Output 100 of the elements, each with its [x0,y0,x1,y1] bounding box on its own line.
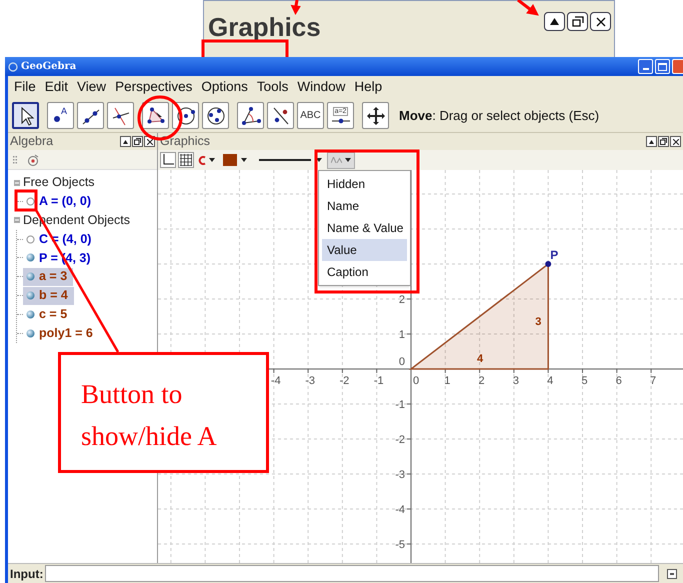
visibility-toggle[interactable] [25,196,35,206]
move-tool-button[interactable] [12,102,39,129]
close-button[interactable] [670,136,681,147]
polygon-tool-button[interactable] [142,102,169,129]
tick-label: -1 [374,375,384,387]
input-label: Input: [10,566,44,582]
restore-button[interactable] [658,136,669,147]
caret-icon [345,158,351,162]
perpendicular-tool-button[interactable] [107,102,134,129]
minimize-button[interactable] [638,59,653,74]
tick-label: 4 [547,375,554,387]
perpendicular-lines-icon [110,106,130,126]
object-definition: poly1 = 6 [39,324,93,342]
window-title: GeoGebra [21,60,76,74]
maximize-button[interactable] [655,59,670,74]
menu-option[interactable]: Caption [322,261,407,283]
move-view-tool-button[interactable] [362,102,389,129]
visibility-toggle[interactable] [25,252,35,263]
tick-label: 0 [398,356,405,368]
restore-button[interactable] [567,12,588,31]
circle3-tool-button[interactable] [202,102,229,129]
menu-option[interactable]: Name & Value [322,217,407,239]
point-marker [545,261,552,267]
close-icon [146,138,152,144]
tick-label: -4 [395,504,405,516]
triangle-icon [649,140,654,144]
angle-icon [240,106,260,126]
caret-icon [209,158,215,162]
group-heading: Free Objects [23,174,95,192]
undock-button[interactable] [646,136,657,147]
restore-icon [660,138,667,145]
panel-title: Graphics [208,14,321,40]
undock-button[interactable] [544,12,565,31]
restore-icon [134,138,141,145]
menu-item[interactable]: Perspectives [115,77,192,98]
auxiliary-objects-button[interactable] [27,154,39,166]
highlight-rectangle [14,190,38,212]
object-row[interactable]: c = 5 [23,305,74,324]
tick-label: 5 [581,375,588,387]
close-button[interactable] [590,12,611,31]
color-button[interactable] [223,152,247,168]
tick-label: -3 [305,375,315,387]
side-label: 4 [477,353,484,365]
object-definition: a = 3 [39,268,68,286]
text-tool-button[interactable]: ABC [297,102,324,129]
menu-item[interactable]: Tools [256,77,288,98]
app-icon [8,62,18,72]
menu-item[interactable]: Window [297,77,346,98]
text-size-icon [331,157,342,163]
restore-icon [572,16,584,27]
target-icon [27,154,39,166]
menu-item[interactable]: View [77,77,106,98]
color-swatch [223,154,237,166]
visibility-toggle[interactable] [25,272,35,282]
point-tool-button[interactable]: A [47,102,74,129]
caret-icon [316,158,322,162]
object-row[interactable]: poly1 = 6 [23,324,99,342]
menu-item[interactable]: Options [201,77,248,98]
visibility-toggle[interactable] [25,234,35,244]
menu-item[interactable]: File [14,77,36,98]
menu-option[interactable]: Hidden [322,173,407,195]
axes-toggle-button[interactable] [160,152,176,168]
tick-label: 7 [650,375,656,387]
reflect-tool-button[interactable] [267,102,294,129]
visibility-toggle[interactable] [25,328,35,338]
label-style-button[interactable] [327,152,355,168]
reflection-icon [270,106,290,126]
annotation-arrow [290,0,301,16]
restore-button[interactable] [132,136,143,147]
menu-item[interactable]: Edit [44,77,68,98]
annotation-arrow [517,0,539,16]
box-icon [667,568,677,578]
triangle-icon [146,106,166,126]
angle-tool-button[interactable] [237,102,264,129]
tick-label: -2 [395,434,405,446]
side-label: 3 [535,316,542,328]
visibility-toggle[interactable] [25,290,35,301]
tick-label: 1 [398,329,405,341]
undock-button[interactable] [120,136,131,147]
object-row[interactable]: b = 4 [23,286,74,305]
triangle-icon [550,18,559,25]
menu-item[interactable]: Help [354,77,382,98]
object-row[interactable]: A = (0, 0) [23,192,97,210]
visibility-toggle[interactable] [25,309,35,320]
grid-toggle-button[interactable] [178,152,194,168]
tool-hint: Move: Drag or select objects (Esc) [399,106,600,125]
dot-icon [54,116,60,122]
circle-icon [176,106,196,126]
arc-icon [198,156,206,164]
object-row[interactable]: a = 3 [23,268,74,286]
tick-label: -4 [270,375,281,387]
close-icon [672,138,678,144]
menu-option[interactable]: Name [322,195,407,217]
close-icon [596,16,606,26]
menu-option[interactable]: Value [322,239,407,261]
tick-label: -2 [340,375,350,387]
line-tool-button[interactable] [77,102,104,129]
input-field[interactable] [45,565,659,582]
panel-title: Algebra [10,133,54,150]
slider-line-icon [330,116,350,124]
